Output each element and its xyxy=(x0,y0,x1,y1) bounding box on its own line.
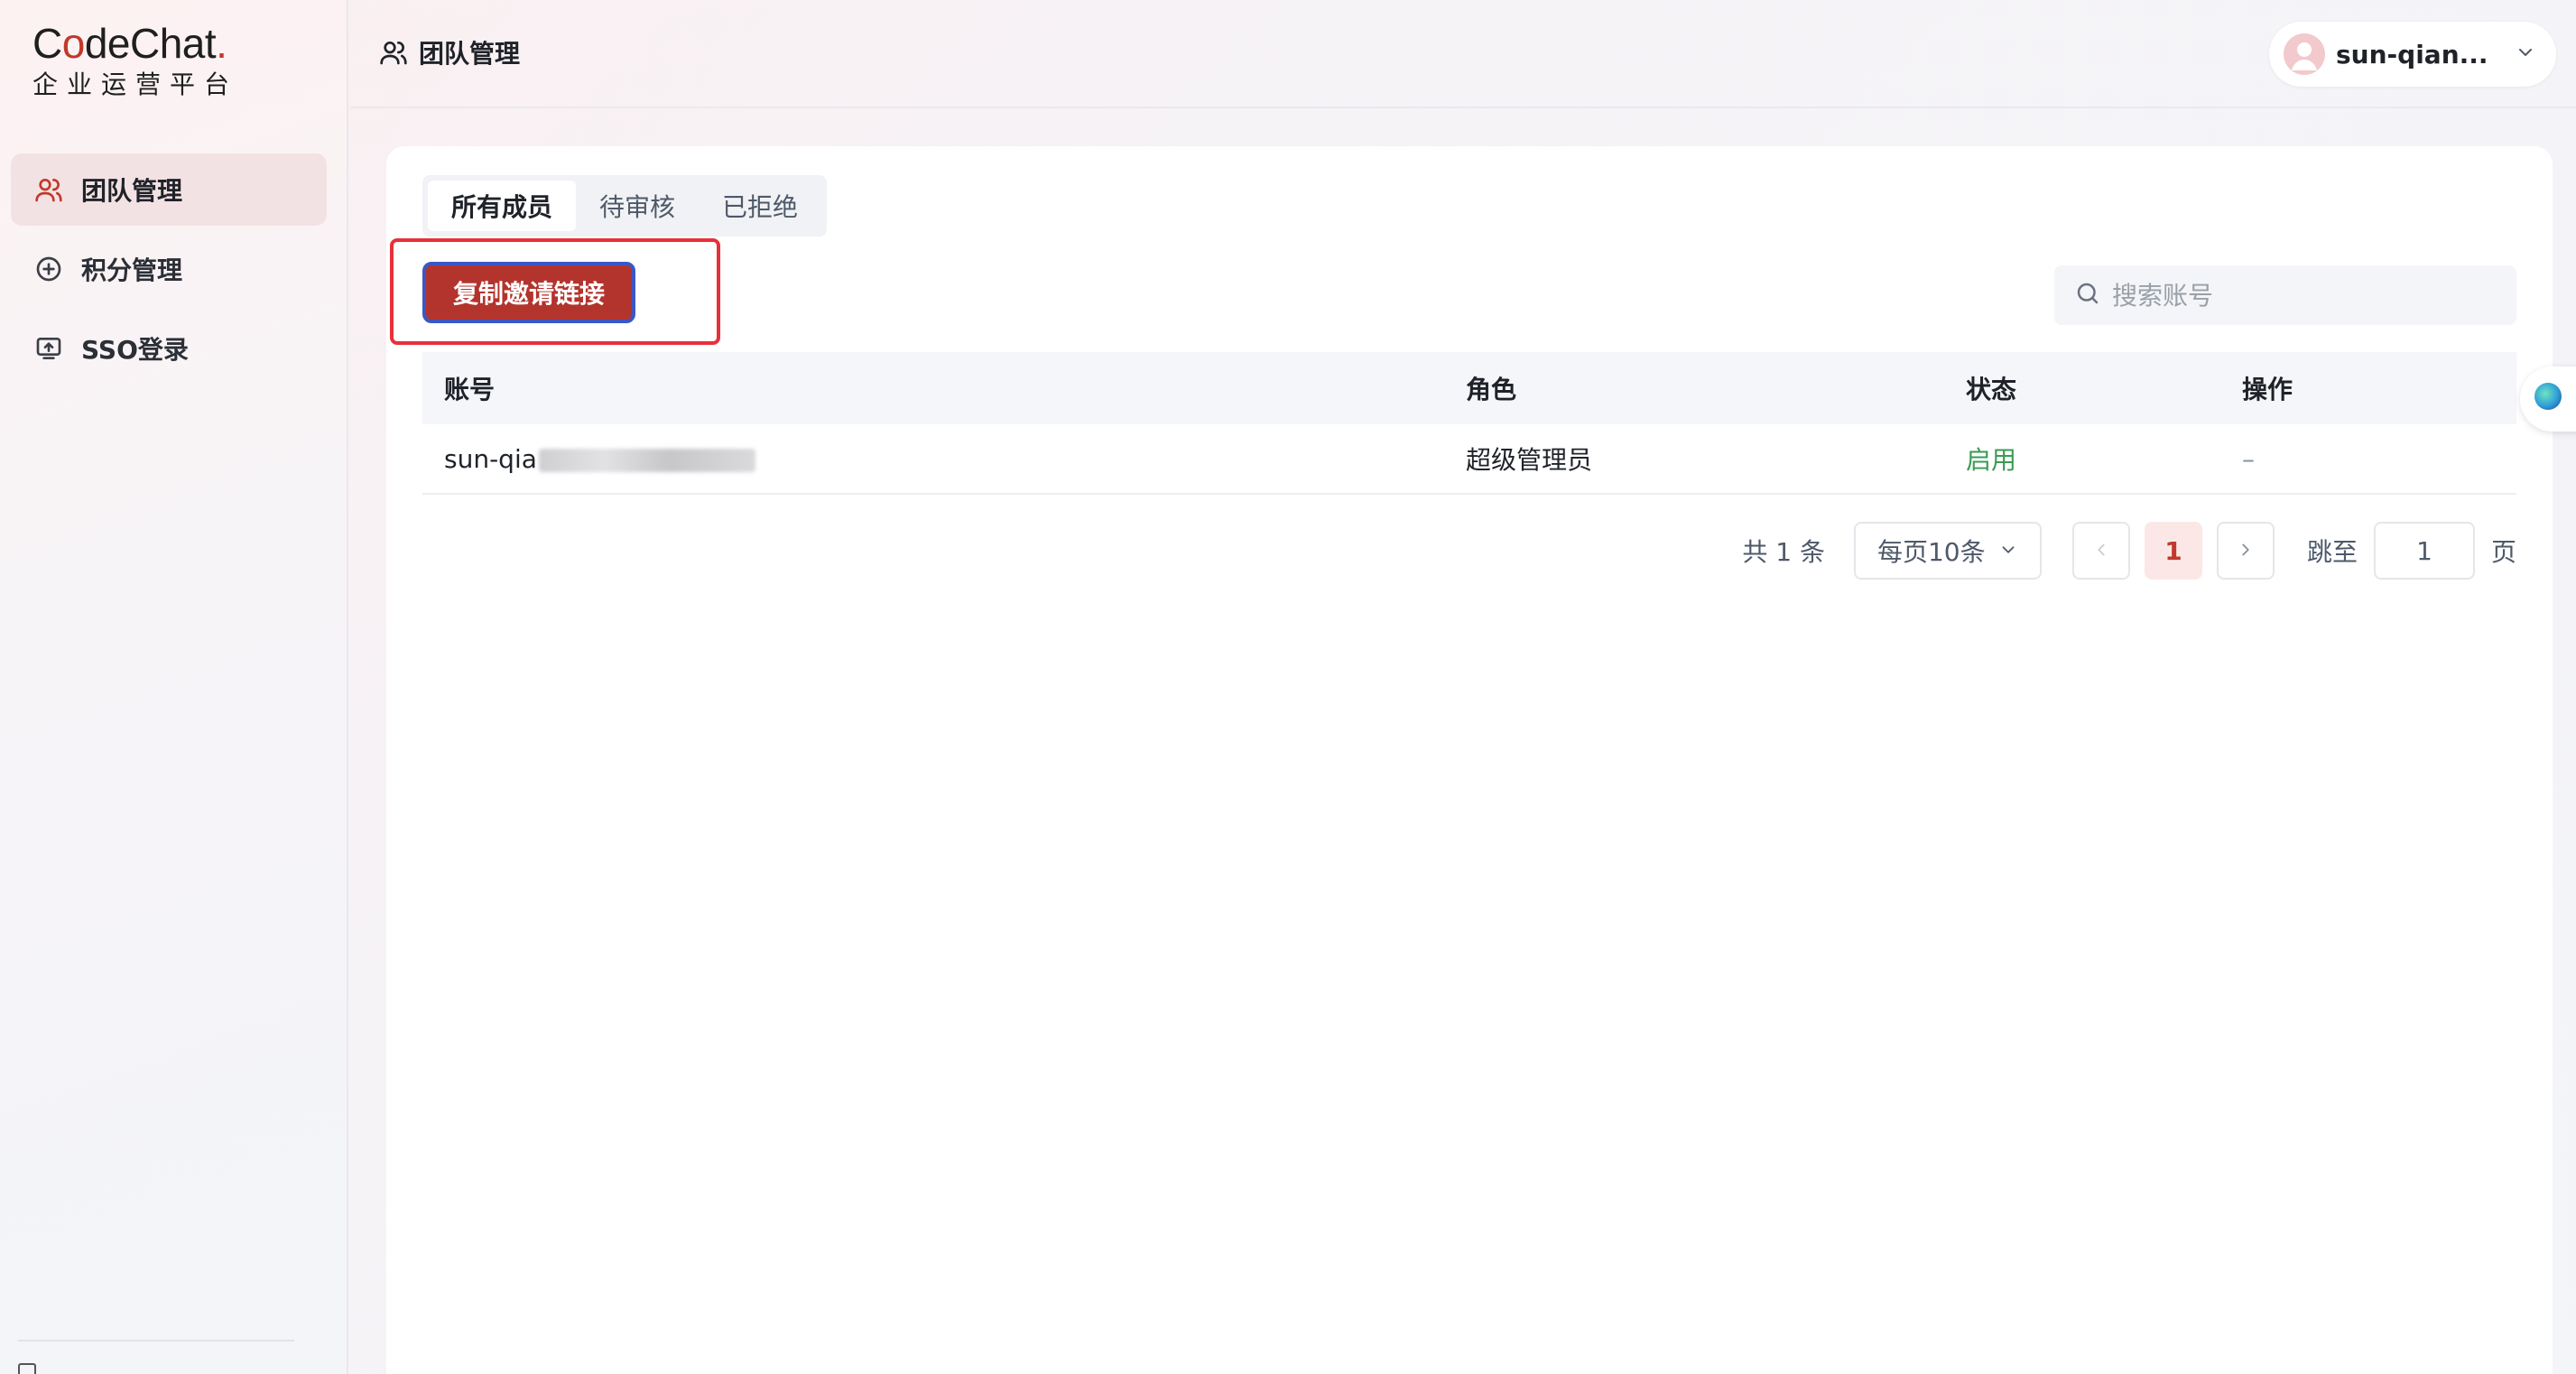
chevron-down-icon xyxy=(2515,42,2536,67)
jump-suffix: 页 xyxy=(2490,537,2516,567)
tab-all-members[interactable]: 所有成员 xyxy=(428,181,577,231)
column-header-status: 状态 xyxy=(1966,375,2017,404)
chevron-left-icon xyxy=(2091,536,2111,566)
pagination: 共 1 条 每页10条 1 跳至 页 xyxy=(1742,522,2516,580)
cell-action: – xyxy=(2242,443,2255,474)
collapse-icon[interactable] xyxy=(18,1363,36,1374)
user-name: sun-qian... xyxy=(2336,39,2488,70)
plus-circle-icon xyxy=(32,253,65,285)
column-header-account: 账号 xyxy=(444,375,496,404)
page-size-value: 每页10条 xyxy=(1876,537,1986,567)
sidebar-item-label: 团队管理 xyxy=(81,176,183,206)
column-header-action: 操作 xyxy=(2242,375,2293,404)
brand-wordmark: CodeChat. xyxy=(32,20,227,67)
sidebar-nav: 团队管理 积分管理 SSO登录 xyxy=(11,153,327,392)
search-box xyxy=(2054,265,2516,325)
copy-invite-link-button[interactable]: 复制邀请链接 xyxy=(422,262,635,323)
jump-label: 跳至 xyxy=(2306,537,2358,567)
table-header: 账号 角色 状态 操作 xyxy=(422,352,2516,424)
sidebar-item-team[interactable]: 团队管理 xyxy=(11,153,327,226)
assistant-float-button[interactable] xyxy=(2520,367,2576,432)
sidebar-item-label: 积分管理 xyxy=(81,255,183,285)
main-card: 所有成员 待审核 已拒绝 复制邀请链接 账号 角色 状态 操作 sun-qia … xyxy=(386,146,2553,1374)
tab-rejected[interactable]: 已拒绝 xyxy=(699,181,821,231)
sidebar: CodeChat. 企业运营平台 团队管理 积分管理 SSO登录 xyxy=(0,0,348,1374)
top-header: 团队管理 sun-qian... xyxy=(350,0,2576,108)
page-title: 团队管理 xyxy=(379,34,520,70)
chevron-down-icon xyxy=(1998,536,2018,566)
avatar xyxy=(2284,33,2325,75)
sidebar-item-points[interactable]: 积分管理 xyxy=(11,233,327,305)
page-title-text: 团队管理 xyxy=(419,39,521,69)
team-icon xyxy=(379,38,408,67)
tab-pending[interactable]: 待审核 xyxy=(576,181,699,231)
brand-subtitle: 企业运营平台 xyxy=(32,70,239,99)
member-tabs: 所有成员 待审核 已拒绝 xyxy=(422,175,828,237)
members-table: 账号 角色 状态 操作 sun-qia 超级管理员 启用 – xyxy=(422,352,2516,495)
prev-page-button[interactable] xyxy=(2071,522,2130,580)
jump-page-input[interactable] xyxy=(2373,522,2475,580)
upload-screen-icon xyxy=(32,332,65,365)
cell-status: 启用 xyxy=(1966,445,2017,475)
page-size-select[interactable]: 每页10条 xyxy=(1853,522,2042,580)
pagination-total: 共 1 条 xyxy=(1742,537,1825,567)
sidebar-item-label: SSO登录 xyxy=(81,335,189,365)
table-row: sun-qia 超级管理员 启用 – xyxy=(422,424,2516,495)
account-text: sun-qia xyxy=(444,443,537,474)
cell-account: sun-qia xyxy=(422,444,1466,474)
sidebar-item-sso[interactable]: SSO登录 xyxy=(11,312,327,385)
assistant-icon xyxy=(2534,383,2562,410)
chevron-right-icon xyxy=(2236,536,2256,566)
page-number-button[interactable]: 1 xyxy=(2144,522,2202,580)
search-input[interactable] xyxy=(2112,280,2491,311)
user-menu[interactable]: sun-qian... xyxy=(2269,22,2556,87)
sidebar-divider xyxy=(18,1340,294,1342)
search-icon xyxy=(2074,280,2101,311)
team-icon xyxy=(32,173,65,206)
cell-role: 超级管理员 xyxy=(1466,445,1593,475)
column-header-role: 角色 xyxy=(1466,375,1517,404)
redacted-block xyxy=(538,448,755,472)
brand-logo[interactable]: CodeChat. 企业运营平台 xyxy=(32,20,238,101)
next-page-button[interactable] xyxy=(2216,522,2275,580)
